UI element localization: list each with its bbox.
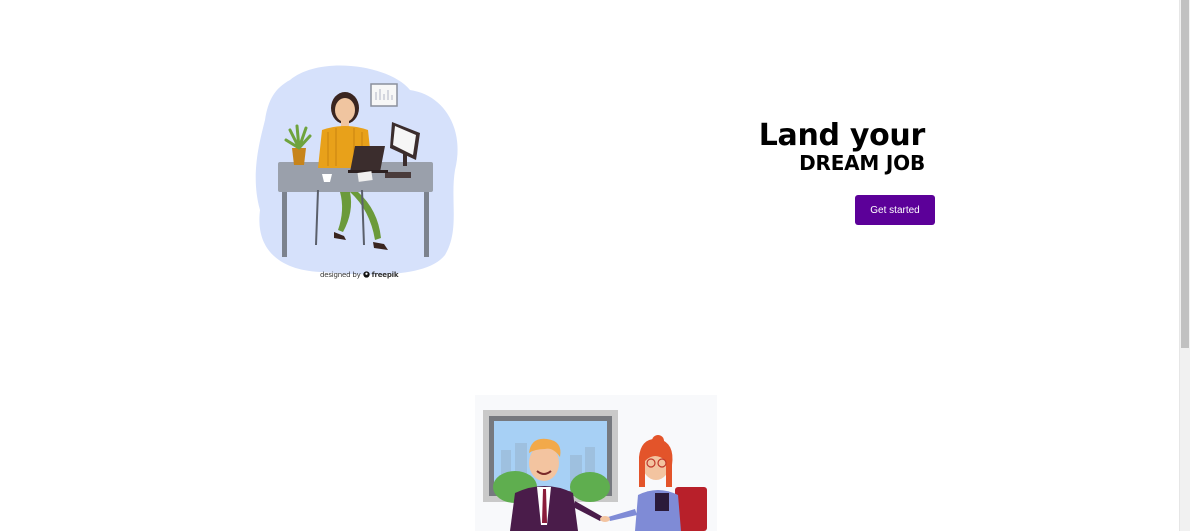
page-scrollbar[interactable] — [1179, 0, 1190, 531]
handshake-meeting-illustration — [475, 395, 717, 531]
get-started-button[interactable]: Get started — [855, 195, 935, 225]
hero-title-line1: Land your — [758, 118, 926, 153]
hero-section: designed by freepik Land your DREAM JOB … — [0, 0, 1190, 531]
freepik-logo-icon — [362, 271, 370, 278]
illustration-credit: designed by freepik — [320, 271, 399, 279]
hero-headline: Land your DREAM JOB — [758, 118, 926, 175]
woman-at-desk-illustration — [255, 65, 458, 275]
scrollbar-thumb[interactable] — [1181, 0, 1189, 348]
credit-brand: freepik — [371, 271, 399, 279]
credit-prefix: designed by — [320, 271, 361, 279]
hero-title-line2: DREAM JOB — [799, 151, 925, 175]
